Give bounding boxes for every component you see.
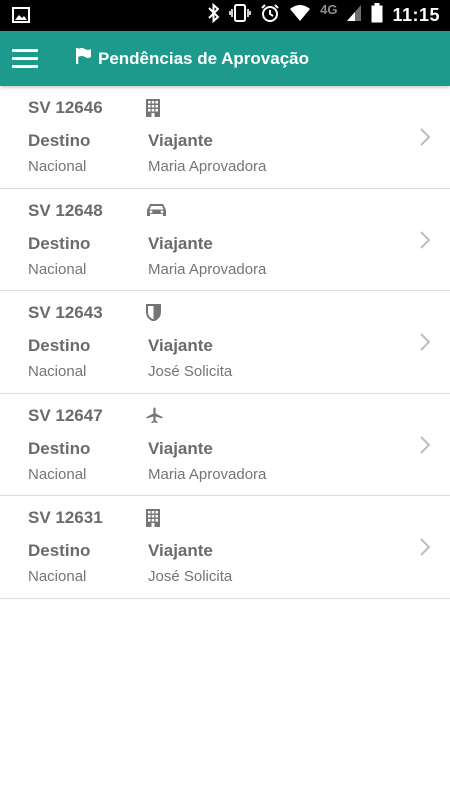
alarm-icon: [260, 3, 280, 28]
traveler-value: José Solicita: [148, 363, 233, 380]
destination-value: Nacional: [28, 363, 87, 380]
destination-label: Destino: [28, 438, 91, 458]
traveler-label: Viajante: [148, 438, 213, 458]
hamburger-menu-icon[interactable]: [12, 49, 38, 69]
destination-value: Nacional: [28, 260, 87, 278]
wifi-icon: [289, 4, 311, 27]
traveler-label: Viajante: [148, 541, 213, 560]
traveler-value: Maria Aprovadora: [148, 465, 267, 483]
destination-value: Nacional: [28, 465, 87, 483]
traveler-label: Viajante: [148, 131, 213, 150]
destination-label: Destino: [28, 131, 91, 150]
page-title-text: Pendências de Aprovação: [98, 48, 310, 68]
airplane-icon: [146, 407, 164, 425]
traveler-label: Viajante: [148, 233, 213, 253]
list-item[interactable]: SV 12648 Destino Viajante Nacional Maria…: [0, 189, 450, 291]
traveler-value: Maria Aprovadora: [148, 260, 267, 278]
chevron-right-icon: [418, 229, 432, 251]
flag-icon: [75, 47, 92, 70]
hotel-icon: [146, 99, 164, 117]
request-id: SV 12631: [28, 508, 103, 527]
list-item[interactable]: SV 12631 Destino Viajante Nacional José …: [0, 496, 450, 599]
gallery-icon: [12, 7, 30, 28]
clock: 11:15: [392, 5, 440, 25]
destination-label: Destino: [28, 233, 91, 253]
network-type: 4G: [320, 2, 338, 17]
destination-value: Nacional: [28, 158, 87, 175]
chevron-right-icon: [418, 126, 432, 148]
status-bar: 4G 11:15: [0, 0, 450, 31]
bluetooth-icon: [208, 2, 220, 28]
chevron-right-icon: [418, 331, 432, 353]
traveler-value: Maria Aprovadora: [148, 158, 267, 175]
vibrate-icon: [229, 3, 251, 28]
traveler-value: José Solicita: [148, 568, 233, 585]
destination-value: Nacional: [28, 568, 87, 585]
destination-label: Destino: [28, 336, 91, 355]
approval-list: SV 12646 Destino Viajante Nacional Maria…: [0, 86, 450, 599]
traveler-label: Viajante: [148, 336, 213, 355]
signal-icon: [346, 4, 362, 27]
chevron-right-icon: [418, 434, 432, 456]
battery-icon: [371, 3, 383, 28]
list-item[interactable]: SV 12646 Destino Viajante Nacional Maria…: [0, 86, 450, 189]
destination-label: Destino: [28, 541, 91, 560]
insurance-icon: [146, 304, 164, 322]
list-item[interactable]: SV 12647 Destino Viajante Nacional Maria…: [0, 394, 450, 496]
request-id: SV 12646: [28, 98, 103, 117]
request-id: SV 12648: [28, 200, 103, 220]
hotel-icon: [146, 509, 164, 527]
request-id: SV 12643: [28, 303, 103, 322]
page-title: Pendências de Aprovação: [75, 31, 309, 86]
request-id: SV 12647: [28, 405, 103, 425]
car-icon: [146, 202, 168, 220]
chevron-right-icon: [418, 536, 432, 558]
list-item[interactable]: SV 12643 Destino Viajante Nacional José …: [0, 291, 450, 394]
app-bar: Pendências de Aprovação: [0, 31, 450, 86]
